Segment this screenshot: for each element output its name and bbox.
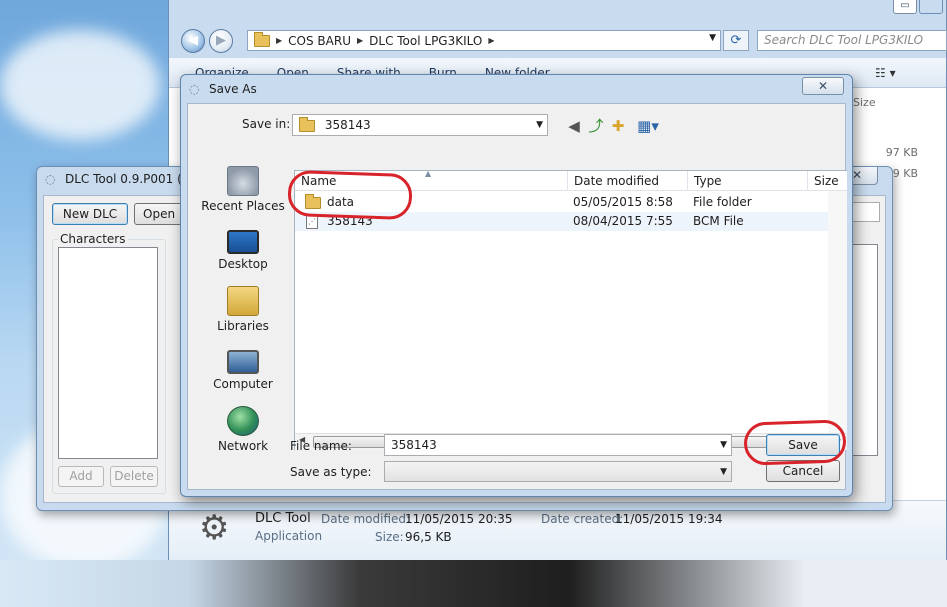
back-button[interactable]: ◀ [181,29,205,53]
file-name-input[interactable]: 358143 ▼ [384,434,732,456]
explorer-extra-button[interactable] [919,0,943,14]
places-bar: Recent Places Desktop Libraries Computer… [194,166,292,466]
column-header-size[interactable]: Size [807,171,847,191]
highlight-annotation-save [743,419,847,466]
maximize-button[interactable]: ▭ [893,0,917,14]
desktop-background-bottom [0,560,947,607]
delete-button[interactable]: Delete [110,466,158,487]
place-libraries[interactable]: Libraries [194,286,292,333]
date-created-label: Date created: [541,512,624,526]
chevron-down-icon[interactable]: ▼ [709,33,716,43]
new-dlc-button[interactable]: New DLC [52,203,128,225]
dialog-title: Save As [209,82,257,96]
save-in-dropdown[interactable]: 358143 ▼ [292,114,548,136]
column-header-date-modified[interactable]: Date modified [567,171,687,191]
file-date: 08/04/2015 7:55 [573,214,673,228]
view-options-icon[interactable]: ☷ ▾ [875,66,896,80]
new-folder-icon[interactable]: ✚ [608,116,628,136]
gear-icon: ⚙ [199,508,230,548]
desktop-icon [227,230,259,254]
date-created-value: 11/05/2015 19:34 [615,512,723,526]
size-column-header[interactable]: Size [853,96,876,109]
place-network[interactable]: Network [194,406,292,453]
details-file-type: Application [255,529,323,543]
place-label: Desktop [218,257,268,271]
add-button[interactable]: Add [58,466,104,487]
place-label: Network [217,439,269,453]
place-label: Computer [213,377,273,391]
refresh-button[interactable]: ⟳ [723,30,749,51]
arrow-right-icon: ▶ [216,33,226,48]
file-name-value: 358143 [391,438,437,452]
breadcrumb-item[interactable]: COS BARU [288,34,351,48]
characters-list[interactable] [58,247,158,459]
desktop-background [0,30,160,140]
file-name-label: File name: [290,439,352,453]
date-modified-value: 11/05/2015 20:35 [405,512,513,526]
place-desktop[interactable]: Desktop [194,226,292,271]
place-computer[interactable]: Computer [194,346,292,391]
computer-icon [227,350,259,374]
search-input[interactable]: Search DLC Tool LPG3KILO [757,30,947,51]
file-date: 05/05/2015 8:58 [573,195,673,209]
network-icon [227,406,259,436]
file-list-blank-column [828,191,847,433]
forward-button[interactable]: ▶ [209,29,233,53]
app-icon: ◌ [45,172,56,186]
folder-icon [299,116,315,132]
place-recent-places[interactable]: Recent Places [194,166,292,213]
recent-places-icon [227,166,259,196]
save-as-type-dropdown[interactable]: ▼ [384,461,732,482]
close-icon: ✕ [817,79,829,93]
save-as-type-label: Save as type: [290,465,372,479]
column-header-type[interactable]: Type [687,171,807,191]
breadcrumb-separator-icon: ▶ [356,36,364,45]
dialog-app-icon: ◌ [189,82,200,96]
refresh-icon: ⟳ [730,33,742,48]
file-type: BCM File [693,214,744,228]
libraries-icon [227,286,259,316]
address-input[interactable]: ▶ COS BARU ▶ DLC Tool LPG3KILO ▶ ▼ [247,30,721,51]
breadcrumb-separator-icon: ▶ [276,36,283,45]
size-value: 97 KB [885,146,918,159]
chevron-down-icon[interactable]: ▼ [720,435,727,455]
arrow-left-icon: ◀ [188,33,198,48]
size-label: Size: [375,530,404,544]
close-icon: ✕ [851,168,863,182]
breadcrumb-item[interactable]: DLC Tool LPG3KILO [369,34,482,48]
file-type: File folder [693,195,752,209]
chevron-down-icon: ▼ [720,467,727,477]
explorer-titlebar: ▭ [169,0,946,24]
place-label: Libraries [217,319,269,333]
size-value: 9 KB [892,167,918,180]
breadcrumb-separator-icon: ▶ [488,36,495,45]
save-in-value: 358143 [324,118,371,132]
view-menu-icon[interactable]: ▦▾ [634,116,662,136]
back-icon[interactable]: ◀ [564,116,584,136]
explorer-address-bar: ◀ ▶ ▶ COS BARU ▶ DLC Tool LPG3KILO ▶ ▼ ⟳… [169,24,947,58]
details-file-name: DLC Tool [255,511,311,526]
close-button[interactable]: ✕ [802,77,844,95]
date-modified-label: Date modified: [321,512,411,526]
size-value: 96,5 KB [405,530,452,544]
characters-label: Characters [58,232,128,246]
chevron-down-icon: ▼ [536,120,543,130]
highlight-annotation-file [287,169,413,221]
up-folder-icon[interactable]: ⤴ [586,116,606,136]
folder-icon [254,31,270,47]
save-in-label: Save in: [242,117,291,131]
place-label: Recent Places [201,199,285,213]
